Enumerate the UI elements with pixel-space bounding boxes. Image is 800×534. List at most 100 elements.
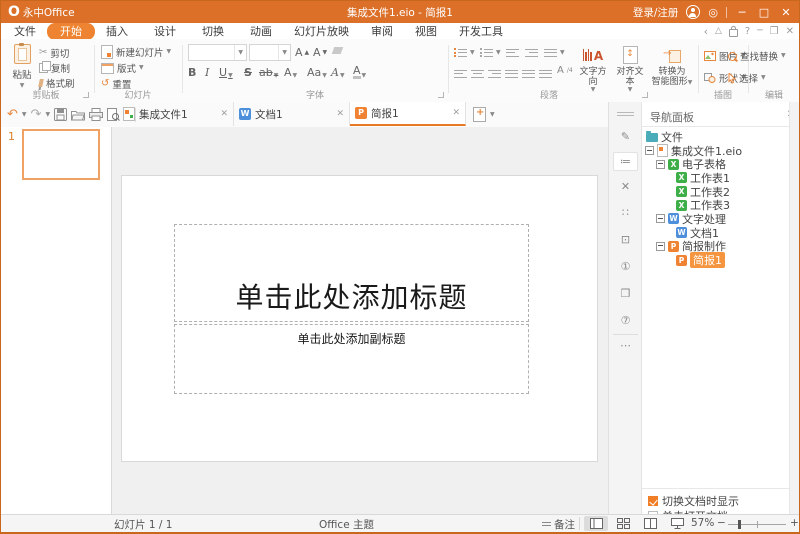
minimize-button[interactable]: ─ bbox=[735, 6, 749, 19]
menu-devtools[interactable]: 开发工具 bbox=[450, 24, 512, 39]
nav-scrollbar[interactable] bbox=[789, 102, 799, 514]
redo-icon[interactable]: ↷ bbox=[31, 108, 42, 121]
align-left-button[interactable] bbox=[454, 67, 467, 80]
touch-mode-icon[interactable] bbox=[729, 29, 738, 37]
menu-home[interactable]: 开始 bbox=[47, 23, 95, 40]
highlight-button[interactable]: A▼ bbox=[331, 66, 345, 79]
close-button[interactable]: ✕ bbox=[779, 6, 793, 19]
find-replace-button[interactable]: 查找替换▼ bbox=[728, 49, 786, 63]
undo-icon[interactable]: ↶ bbox=[7, 108, 18, 121]
doc-minimize-icon[interactable]: ─ bbox=[757, 26, 762, 36]
layout-button[interactable]: 版式▼ bbox=[101, 61, 144, 75]
pencil-icon[interactable]: ✎ bbox=[609, 130, 642, 143]
decrease-font-button[interactable]: A▼ bbox=[313, 46, 327, 59]
subtitle-placeholder[interactable]: 单击此处添加副标题 bbox=[174, 324, 529, 394]
increase-font-button[interactable]: A▲ bbox=[295, 46, 309, 59]
justify-button[interactable] bbox=[505, 67, 518, 80]
decrease-indent-button[interactable] bbox=[506, 46, 519, 59]
font-family-select[interactable]: ▼ bbox=[188, 44, 247, 61]
reading-view-button[interactable] bbox=[638, 516, 662, 531]
menu-file[interactable]: 文件 bbox=[5, 24, 45, 39]
text-direction-button[interactable]: A 文字方向 ▼ bbox=[576, 43, 610, 93]
collapse-ribbon-icon[interactable]: △ bbox=[715, 26, 722, 36]
show-on-switch-option[interactable]: 切换文档时显示 bbox=[648, 493, 739, 509]
copy-button[interactable]: 复制 bbox=[39, 61, 70, 75]
print-icon[interactable] bbox=[89, 108, 103, 121]
menu-view[interactable]: 视图 bbox=[406, 24, 446, 39]
menu-slideshow[interactable]: 幻灯片放映 bbox=[285, 24, 358, 39]
collapse-icon[interactable] bbox=[656, 160, 665, 169]
tab-presentation1[interactable]: P 简报1 ✕ bbox=[350, 102, 466, 126]
clipboard-panel-icon[interactable]: ❒ bbox=[609, 287, 642, 300]
tab-integrated-file[interactable]: 集成文件1 ✕ bbox=[118, 102, 234, 126]
redo-dropdown[interactable]: ▼ bbox=[45, 112, 50, 118]
help-circle-icon[interactable]: ⑦ bbox=[609, 314, 642, 327]
font-size-select[interactable]: ▼ bbox=[249, 44, 291, 61]
bullet-list-button[interactable]: ▼ bbox=[454, 46, 475, 59]
align-center-button[interactable] bbox=[471, 67, 484, 80]
font-color-button[interactable]: A▼ bbox=[353, 66, 366, 79]
tree-item-presentation1[interactable]: P 简报1 bbox=[642, 253, 789, 267]
account-icon[interactable] bbox=[686, 5, 700, 19]
tab-close-icon[interactable]: ✕ bbox=[220, 109, 228, 119]
increase-indent-button[interactable] bbox=[525, 46, 538, 59]
menu-transition[interactable]: 切换 bbox=[193, 24, 233, 39]
line-spacing-button[interactable]: ▼ bbox=[544, 46, 565, 59]
paste-button[interactable]: 粘贴 ▼ bbox=[9, 43, 35, 90]
align-text-button[interactable]: ↕ 对齐文本 ▼ bbox=[613, 43, 647, 93]
phonetic-guide-button[interactable]: A/4 bbox=[557, 65, 573, 76]
notes-button[interactable]: 备注 bbox=[542, 517, 575, 532]
collapse-icon[interactable] bbox=[656, 214, 665, 223]
italic-button[interactable]: I bbox=[205, 66, 209, 79]
tab-close-icon[interactable]: ✕ bbox=[336, 109, 344, 119]
help-icon[interactable]: ? bbox=[745, 26, 750, 37]
more-icon[interactable]: ⋯ bbox=[613, 334, 638, 352]
zoom-out-button[interactable]: − bbox=[717, 517, 726, 529]
doc-restore-icon[interactable]: ❐ bbox=[770, 26, 779, 37]
distribute-button[interactable] bbox=[522, 67, 535, 80]
settings-icon[interactable]: ◎ bbox=[708, 6, 718, 19]
image-search-icon[interactable]: ⊡ bbox=[609, 233, 642, 246]
crop-tool-icon[interactable]: ✕ bbox=[609, 180, 642, 193]
zoom-in-button[interactable]: + bbox=[790, 517, 799, 529]
new-slide-button[interactable]: 新建幻灯片▼ bbox=[101, 45, 171, 59]
menu-animation[interactable]: 动画 bbox=[241, 24, 281, 39]
align-right-button[interactable] bbox=[488, 67, 501, 80]
numbered-list-button[interactable]: ▼ bbox=[480, 46, 501, 59]
normal-view-button[interactable] bbox=[584, 516, 608, 531]
zoom-slider-thumb[interactable] bbox=[738, 520, 741, 529]
strikethrough-button[interactable]: S bbox=[244, 66, 252, 79]
grid-apps-icon[interactable]: ∷ bbox=[609, 206, 642, 219]
select-button[interactable]: 选择▼ bbox=[728, 71, 766, 85]
tab-close-icon[interactable]: ✕ bbox=[452, 108, 460, 118]
paragraph-dialog-launcher[interactable] bbox=[642, 92, 648, 98]
theme-name[interactable]: Office 主题 bbox=[319, 517, 374, 532]
checkbox-checked[interactable] bbox=[648, 496, 658, 506]
convert-smartart-button[interactable]: 转换为 智能图形▼ bbox=[651, 43, 693, 87]
cut-button[interactable]: ✂ 剪切 bbox=[39, 46, 69, 60]
doc-close-icon[interactable]: ✕ bbox=[786, 26, 794, 37]
character-border-button[interactable]: A▼ bbox=[284, 66, 297, 79]
save-icon[interactable] bbox=[54, 108, 67, 121]
share-icon[interactable]: ‹ bbox=[704, 25, 708, 38]
zoom-slider[interactable] bbox=[728, 524, 786, 525]
slide-sorter-view-button[interactable] bbox=[611, 516, 635, 531]
open-folder-icon[interactable] bbox=[71, 109, 85, 121]
clear-format-button[interactable] bbox=[333, 47, 342, 54]
subscript-button[interactable]: ab▼ bbox=[259, 66, 278, 79]
slide-thumbnail[interactable] bbox=[22, 129, 100, 180]
slideshow-view-button[interactable] bbox=[665, 516, 689, 531]
change-case-button[interactable]: Aa▼ bbox=[307, 66, 327, 79]
underline-button[interactable]: U▼ bbox=[219, 66, 233, 79]
tab-document1[interactable]: W 文档1 ✕ bbox=[234, 102, 350, 126]
clipboard-dialog-launcher[interactable] bbox=[83, 92, 89, 98]
info-icon[interactable]: ① bbox=[609, 260, 642, 273]
maximize-button[interactable]: □ bbox=[757, 6, 771, 19]
collapse-icon[interactable] bbox=[645, 146, 654, 155]
bold-button[interactable]: B bbox=[188, 66, 196, 79]
outline-list-icon[interactable]: ≔ bbox=[613, 152, 638, 171]
menu-insert[interactable]: 插入 bbox=[97, 24, 137, 39]
panel-drag-handle[interactable] bbox=[617, 110, 634, 118]
title-placeholder[interactable]: 单击此处添加标题 bbox=[174, 224, 529, 322]
menu-review[interactable]: 审阅 bbox=[362, 24, 402, 39]
